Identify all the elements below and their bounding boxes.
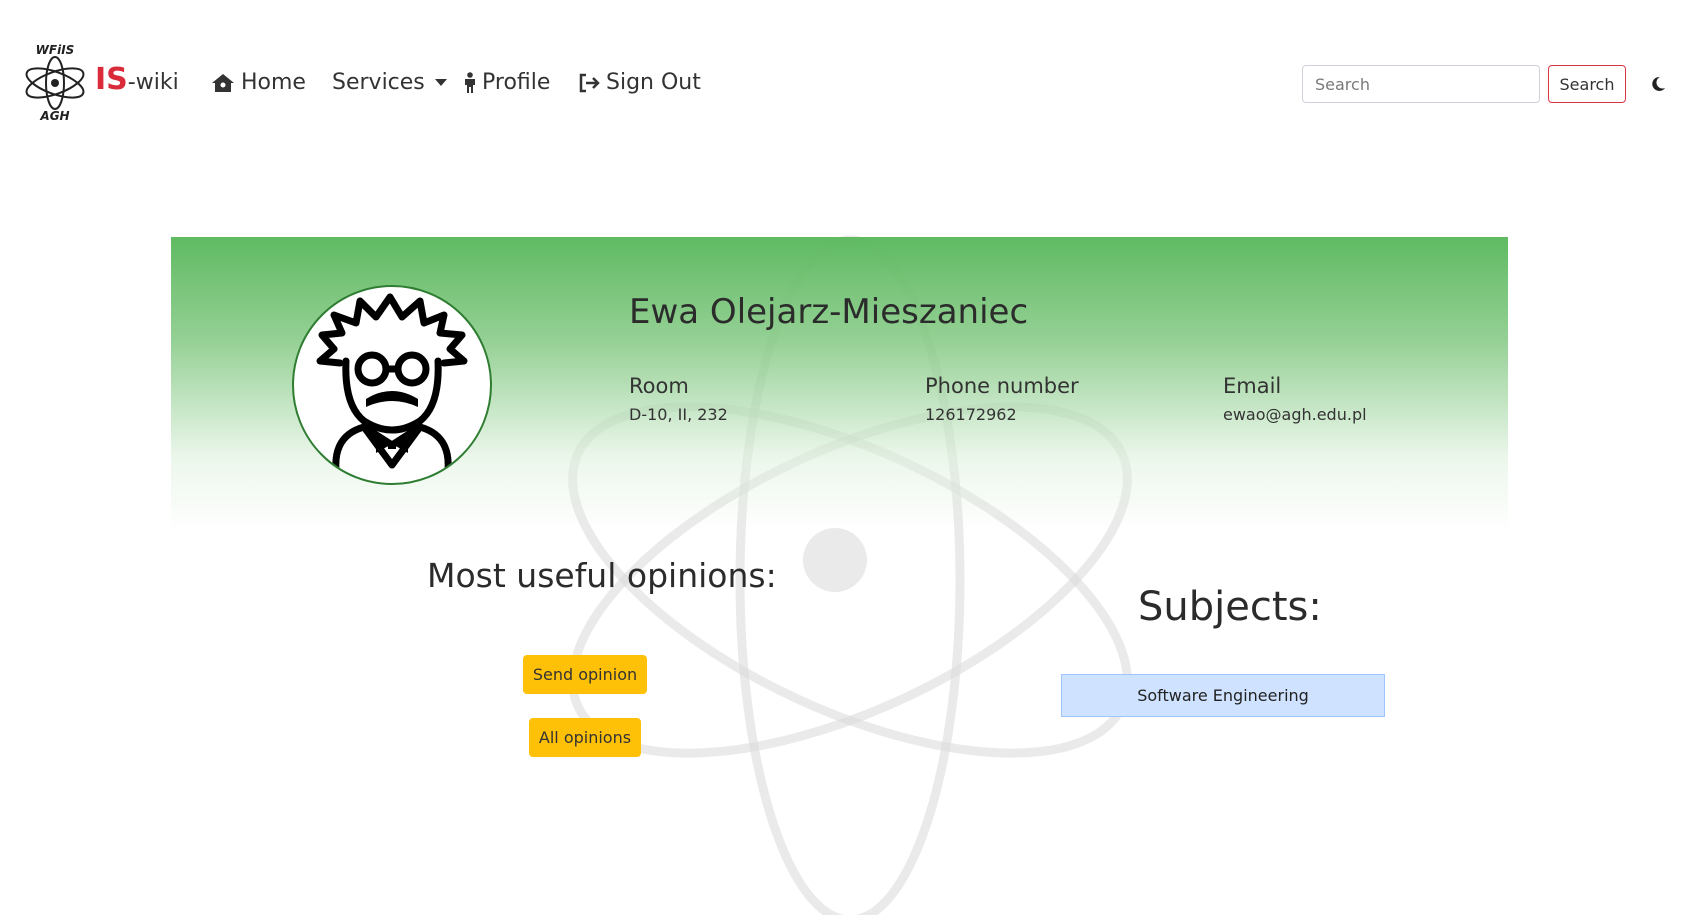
subjects-title: Subjects: [1138,584,1322,630]
profile-header: Ewa Olejarz-Mieszaniec Room D-10, II, 23… [171,237,1508,532]
phone-label: Phone number [925,374,1079,398]
avatar [292,285,492,485]
nav-services-dropdown[interactable]: Services [332,70,447,95]
moon-icon[interactable] [1648,74,1668,94]
nav-profile-link[interactable]: Profile [464,70,550,95]
opinions-title: Most useful opinions: [427,556,777,595]
phone-value: 126172962 [925,405,1017,424]
home-icon [212,73,234,92]
email-value: ewao@agh.edu.pl [1223,405,1367,424]
nav-sign-out-link[interactable]: Sign Out [578,70,701,95]
brand-link[interactable]: IS-wiki [95,62,179,97]
nav-services-label: Services [332,70,425,95]
search-input[interactable] [1302,65,1540,103]
scientist-avatar-icon [316,293,468,483]
nav-home-link[interactable]: Home [211,70,306,95]
search-button[interactable]: Search [1548,65,1626,103]
person-icon [465,71,475,93]
all-opinions-button[interactable]: All opinions [529,718,641,757]
subject-item[interactable]: Software Engineering [1061,674,1385,717]
sign-out-icon [579,73,600,92]
brand-suffix: -wiki [127,70,179,95]
brand-prefix: IS [95,62,128,97]
logo-top-text: WFiIS [36,43,75,57]
nav-home-label: Home [241,70,306,95]
send-opinion-button[interactable]: Send opinion [523,655,647,694]
caret-down-icon [434,79,447,86]
room-label: Room [629,374,689,398]
email-label: Email [1223,374,1282,398]
nav-profile-label: Profile [482,70,551,95]
room-value: D-10, II, 232 [629,405,728,424]
profile-name: Ewa Olejarz-Mieszaniec [629,292,1029,332]
wfiis-agh-logo-icon[interactable]: WFiIS AGH [20,38,90,122]
logo-bottom-text: AGH [39,109,69,122]
nav-sign-out-label: Sign Out [606,70,701,95]
navbar: WFiIS AGH IS-wiki Home Services Profile [0,30,1689,140]
